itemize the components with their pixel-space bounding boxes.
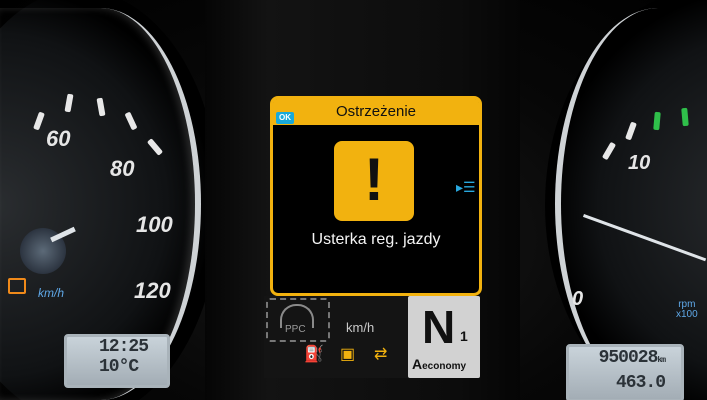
adblue-icon: ▣ — [340, 346, 356, 363]
clock-display: 12:25 10°C — [64, 334, 170, 388]
odometer-total: 950028km — [569, 347, 681, 372]
display-title: Ostrzeżenie — [335, 103, 417, 120]
clock-time: 12:25 — [99, 337, 149, 357]
ok-icon[interactable]: OK — [276, 112, 294, 124]
gear-letter: N — [422, 301, 456, 353]
instrument-cluster: 60 80 100 120 km/h 12:25 10°C Ostrzeżeni… — [0, 0, 707, 400]
drive-mode: Aeconomy — [412, 356, 466, 372]
cruise-speed-unit: km/h — [346, 320, 375, 335]
gear-number: 1 — [460, 328, 468, 344]
rpm-label-10: 10 — [628, 152, 651, 174]
drive-mode-name: economy — [422, 361, 467, 372]
display-header: Ostrzeżenie — [273, 99, 479, 125]
warning-display: Ostrzeżenie OK ! ▸☰ Usterka reg. jazdy — [270, 96, 482, 296]
speed-label-60: 60 — [46, 126, 71, 151]
rpm-unit-bottom: x100 — [676, 309, 698, 320]
speed-label-120: 120 — [134, 278, 171, 303]
gear-indicator: N 1 Aeconomy — [408, 296, 480, 378]
odometer-total-unit: km — [657, 356, 666, 365]
tachometer-rim — [555, 8, 707, 400]
speed-unit: km/h — [38, 286, 65, 300]
outside-temperature: 10°C — [99, 357, 139, 377]
drive-mode-letter: A — [412, 356, 423, 372]
ppc-indicator: PPC — [266, 298, 330, 342]
warning-message: Usterka reg. jazdy — [311, 231, 441, 248]
menu-list-icon: ▸☰ — [456, 179, 476, 195]
speed-label-100: 100 — [136, 212, 173, 237]
odometer-trip: 463.0 — [615, 373, 666, 393]
engine-warning-icon — [8, 278, 26, 294]
odometer-display: 950028km 463.0 — [566, 344, 684, 400]
ppc-label: PPC — [285, 324, 306, 335]
speed-label-80: 80 — [110, 156, 135, 181]
exclamation-icon: ! — [364, 146, 384, 213]
fuel-icon: ⛽ — [304, 346, 324, 363]
odometer-total-value: 950028 — [598, 348, 659, 368]
warning-icon: ! — [334, 141, 414, 221]
rpm-unit: rpm x100 — [676, 300, 698, 320]
transmission-icon: ⇄ — [374, 346, 388, 363]
rpm-label-0: 0 — [572, 288, 584, 310]
